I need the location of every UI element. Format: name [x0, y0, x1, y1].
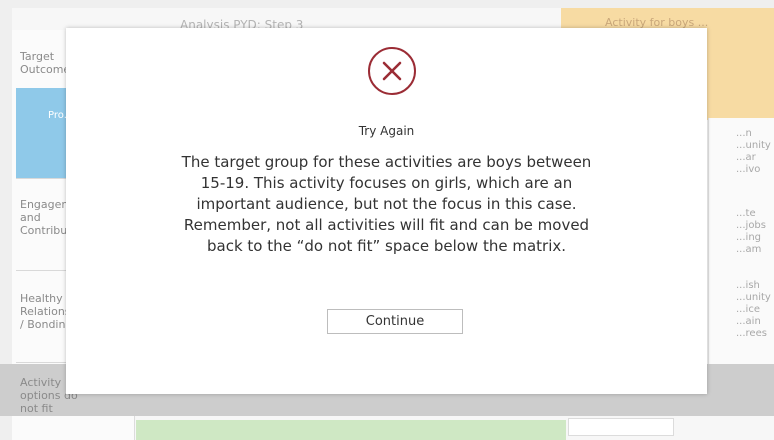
- background-cell-text: ...n ...unity ...ar ...ivo: [736, 128, 771, 175]
- feedback-dialog: Try Again The target group for these act…: [66, 28, 707, 394]
- dialog-title: Try Again: [358, 124, 415, 138]
- background-cell-text: ...ish ...unity ...ice ...ain ...rees: [736, 280, 771, 339]
- background-card: [568, 418, 674, 436]
- dialog-message: The target group for these activities ar…: [181, 153, 592, 255]
- background-drop-zone: [136, 420, 566, 440]
- error-badge: [368, 47, 416, 95]
- close-icon: [382, 61, 402, 81]
- background-cell-text: ...te ...jobs ...ing ...am: [736, 208, 766, 255]
- continue-button[interactable]: Continue: [327, 309, 463, 334]
